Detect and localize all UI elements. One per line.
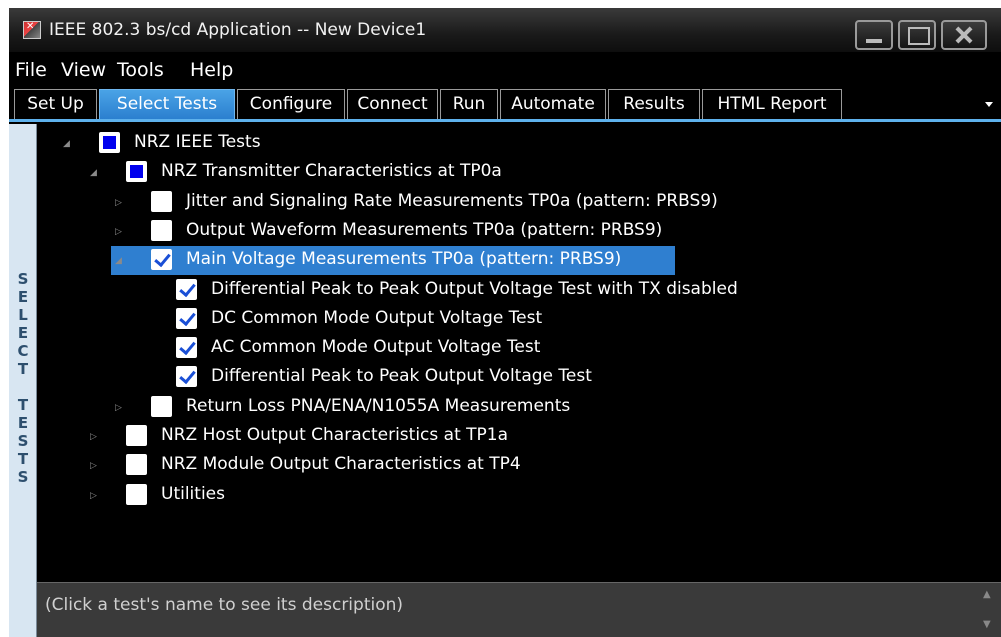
tree-row[interactable]: Differential Peak to Peak Output Voltage… bbox=[37, 276, 1001, 305]
scroll-up-icon[interactable]: ▲ bbox=[983, 589, 991, 600]
tree-checkbox[interactable] bbox=[126, 425, 147, 446]
tree-item-label[interactable]: NRZ IEEE Tests bbox=[134, 132, 261, 152]
tree-item-label[interactable]: Main Voltage Measurements TP0a (pattern:… bbox=[186, 249, 621, 269]
tree-checkbox[interactable] bbox=[176, 278, 197, 300]
expanded-arrow-icon[interactable]: ◢ bbox=[90, 168, 97, 178]
tab-bar: Set Up Select Tests Configure Connect Ru… bbox=[9, 87, 1001, 119]
close-button[interactable] bbox=[941, 20, 987, 50]
menu-bar: File View Tools Help bbox=[9, 54, 1001, 87]
tree-item-label[interactable]: NRZ Transmitter Characteristics at TP0a bbox=[161, 161, 502, 181]
tree-item-label[interactable]: Differential Peak to Peak Output Voltage… bbox=[211, 366, 592, 386]
test-tree: ◢ NRZ IEEE Tests ◢ NRZ Transmitter Characte… bbox=[37, 124, 1001, 582]
tree-row[interactable]: ▷ Return Loss PNA/ENA/N1055A Measurements bbox=[37, 393, 1001, 422]
tree-checkbox[interactable] bbox=[176, 366, 197, 388]
tree-item-label[interactable]: NRZ Module Output Characteristics at TP4 bbox=[161, 454, 521, 474]
tree-row[interactable]: ▷ Utilities bbox=[37, 481, 1001, 510]
app-icon[interactable]: ✕ bbox=[23, 21, 41, 39]
tree-row[interactable]: ◢ NRZ Transmitter Characteristics at TP0a bbox=[37, 158, 1001, 187]
tree-row[interactable]: ▷ Jitter and Signaling Rate Measurements … bbox=[37, 188, 1001, 217]
tree-item-label[interactable]: Return Loss PNA/ENA/N1055A Measurements bbox=[186, 396, 570, 416]
select-tests-panel: S E L E C T T E S T S ◢ NRZ IEEE Tests ◢ NR… bbox=[9, 119, 1001, 637]
tab-configure[interactable]: Configure bbox=[237, 89, 345, 119]
tree-row[interactable]: ◢ Main Voltage Measurements TP0a (pattern… bbox=[37, 246, 1001, 276]
menu-tools[interactable]: Tools bbox=[117, 59, 164, 81]
description-text: (Click a test's name to see its descript… bbox=[45, 595, 404, 615]
tree-item-label[interactable]: Jitter and Signaling Rate Measurements T… bbox=[186, 191, 718, 211]
tab-select-tests[interactable]: Select Tests bbox=[99, 89, 235, 119]
minimize-button[interactable] bbox=[855, 20, 893, 50]
tree-checkbox[interactable] bbox=[176, 307, 197, 329]
collapsed-arrow-icon[interactable]: ▷ bbox=[90, 432, 97, 442]
scroll-down-icon[interactable]: ▼ bbox=[983, 619, 991, 630]
maximize-button[interactable] bbox=[898, 20, 936, 50]
tab-set-up[interactable]: Set Up bbox=[14, 89, 97, 119]
title-bar[interactable]: ✕ IEEE 802.3 bs/cd Application -- New De… bbox=[9, 8, 1001, 53]
tree-item-label[interactable]: AC Common Mode Output Voltage Test bbox=[211, 337, 540, 357]
side-label-select-tests: S E L E C T T E S T S bbox=[9, 124, 37, 637]
tree-checkbox[interactable] bbox=[99, 132, 120, 153]
tree-checkbox[interactable] bbox=[126, 161, 147, 183]
collapsed-arrow-icon[interactable]: ▷ bbox=[90, 461, 97, 471]
tree-checkbox[interactable] bbox=[151, 395, 172, 417]
tree-item-label[interactable]: Differential Peak to Peak Output Voltage… bbox=[211, 279, 738, 299]
tab-overflow-chevron-down-icon[interactable] bbox=[985, 102, 993, 107]
collapsed-arrow-icon[interactable]: ▷ bbox=[115, 227, 122, 237]
tree-row[interactable]: ▷ NRZ Host Output Characteristics at TP1a bbox=[37, 422, 1001, 451]
tab-automate[interactable]: Automate bbox=[500, 89, 606, 119]
menu-help[interactable]: Help bbox=[190, 59, 233, 81]
tree-item-label[interactable]: Utilities bbox=[161, 484, 225, 504]
tree-item-label[interactable]: NRZ Host Output Characteristics at TP1a bbox=[161, 425, 508, 445]
tree-checkbox[interactable] bbox=[151, 190, 172, 212]
application-window: ✕ IEEE 802.3 bs/cd Application -- New De… bbox=[9, 8, 1001, 637]
tree-checkbox[interactable] bbox=[126, 454, 147, 476]
collapsed-arrow-icon[interactable]: ▷ bbox=[90, 491, 97, 501]
tab-connect[interactable]: Connect bbox=[347, 89, 438, 119]
tree-item-label[interactable]: DC Common Mode Output Voltage Test bbox=[211, 308, 542, 328]
tree-row[interactable]: ▷ NRZ Module Output Characteristics at TP… bbox=[37, 451, 1001, 480]
tree-row[interactable]: DC Common Mode Output Voltage Test bbox=[37, 305, 1001, 334]
side-label-text: S E L E C T T E S T S bbox=[17, 270, 29, 486]
tab-results[interactable]: Results bbox=[608, 89, 700, 119]
tree-row[interactable]: AC Common Mode Output Voltage Test bbox=[37, 334, 1001, 363]
collapsed-arrow-icon[interactable]: ▷ bbox=[115, 198, 122, 208]
menu-file[interactable]: File bbox=[15, 59, 47, 81]
tab-html-report[interactable]: HTML Report bbox=[702, 89, 842, 119]
expanded-arrow-icon[interactable]: ◢ bbox=[115, 256, 122, 266]
description-panel: (Click a test's name to see its descript… bbox=[37, 582, 1001, 637]
tree-row[interactable]: ◢ NRZ IEEE Tests bbox=[37, 129, 1001, 158]
tree-item-label[interactable]: Output Waveform Measurements TP0a (patte… bbox=[186, 220, 662, 240]
tree-checkbox[interactable] bbox=[151, 219, 172, 241]
expanded-arrow-icon[interactable]: ◢ bbox=[63, 139, 70, 149]
menu-view[interactable]: View bbox=[61, 59, 106, 81]
window-title: IEEE 802.3 bs/cd Application -- New Devi… bbox=[49, 20, 427, 40]
tree-checkbox[interactable] bbox=[176, 337, 197, 359]
tree-row[interactable]: ▷ Output Waveform Measurements TP0a (patt… bbox=[37, 217, 1001, 246]
collapsed-arrow-icon[interactable]: ▷ bbox=[115, 403, 122, 413]
tab-run[interactable]: Run bbox=[440, 89, 498, 119]
tree-row[interactable]: Differential Peak to Peak Output Voltage… bbox=[37, 363, 1001, 392]
tree-checkbox[interactable] bbox=[151, 249, 172, 271]
tree-checkbox[interactable] bbox=[126, 483, 147, 505]
